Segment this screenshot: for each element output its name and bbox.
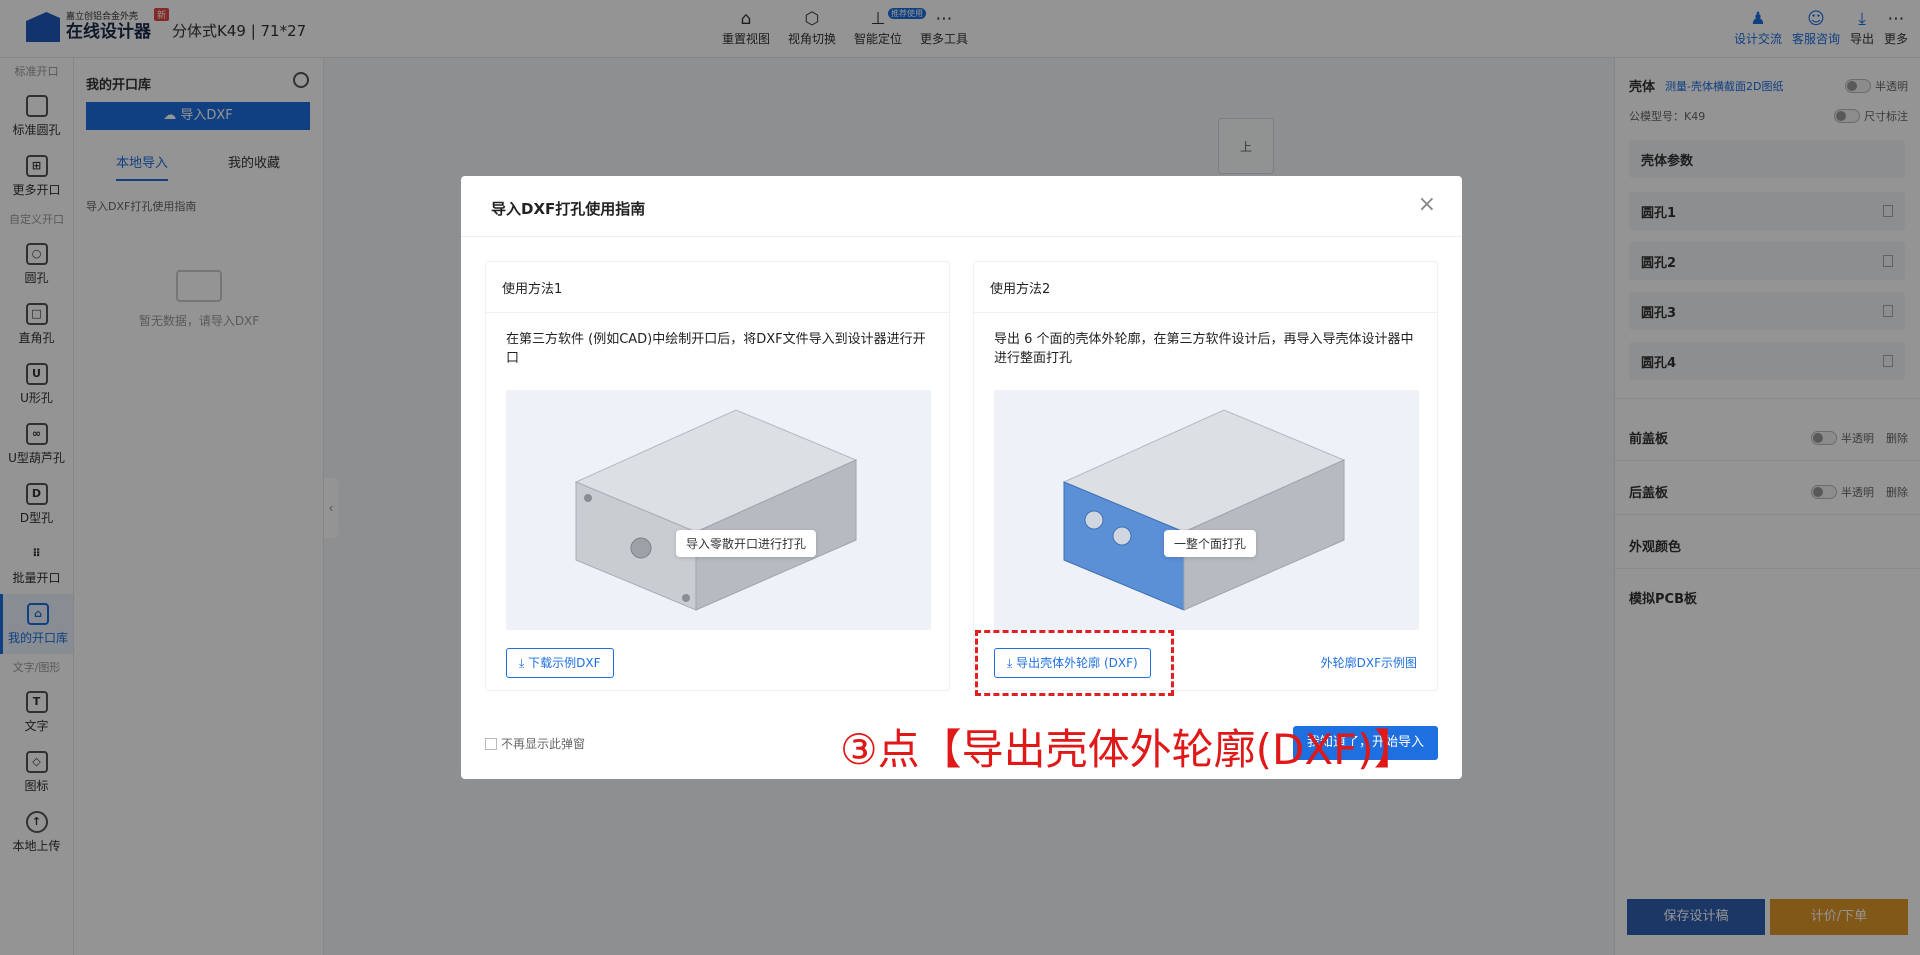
dont-show-again[interactable]: 不再显示此弹窗 bbox=[485, 735, 585, 752]
enclosure-highlight-illustration bbox=[1062, 409, 1346, 611]
modal-divider bbox=[461, 236, 1462, 237]
method1-desc: 在第三方软件 (例如CAD)中绘制开口后，将DXF文件导入到设计器进行开口 bbox=[506, 332, 926, 366]
card-divider bbox=[974, 312, 1437, 313]
method1-illustration: 导入零散开口进行打孔 bbox=[506, 390, 931, 630]
download-icon: ⤓ bbox=[519, 656, 529, 670]
tutorial-annotation: ③点【导出壳体外轮廓(DXF)】 bbox=[840, 725, 1416, 774]
close-icon[interactable]: × bbox=[1418, 192, 1436, 217]
dxf-guide-modal: 导入DXF打孔使用指南 × 使用方法1 在第三方软件 (例如CAD)中绘制开口后… bbox=[461, 176, 1462, 779]
dont-show-checkbox[interactable] bbox=[485, 737, 497, 750]
outline-example-link[interactable]: 外轮廓DXF示例图 bbox=[1321, 654, 1417, 671]
method1-title: 使用方法1 bbox=[502, 282, 563, 297]
method1-card: 使用方法1 在第三方软件 (例如CAD)中绘制开口后，将DXF文件导入到设计器进… bbox=[485, 261, 950, 691]
method2-desc: 导出 6 个面的壳体外轮廓，在第三方软件设计后，再导入导壳体设计器中进行整面打孔 bbox=[994, 332, 1414, 366]
method2-tip: 一整个面打孔 bbox=[1164, 530, 1257, 557]
highlight-box bbox=[975, 630, 1174, 696]
dont-show-label: 不再显示此弹窗 bbox=[501, 737, 586, 751]
method2-card: 使用方法2 导出 6 个面的壳体外轮廓，在第三方软件设计后，再导入导壳体设计器中… bbox=[973, 261, 1438, 691]
card-divider bbox=[486, 312, 949, 313]
method2-title: 使用方法2 bbox=[990, 282, 1051, 297]
method2-illustration: 一整个面打孔 bbox=[994, 390, 1419, 630]
method1-tip: 导入零散开口进行打孔 bbox=[676, 530, 817, 557]
download-sample-label: 下载示例DXF bbox=[528, 656, 601, 670]
modal-title: 导入DXF打孔使用指南 bbox=[491, 200, 646, 218]
enclosure-illustration bbox=[574, 409, 858, 611]
download-sample-dxf-button[interactable]: ⤓ 下载示例DXF bbox=[506, 648, 614, 678]
